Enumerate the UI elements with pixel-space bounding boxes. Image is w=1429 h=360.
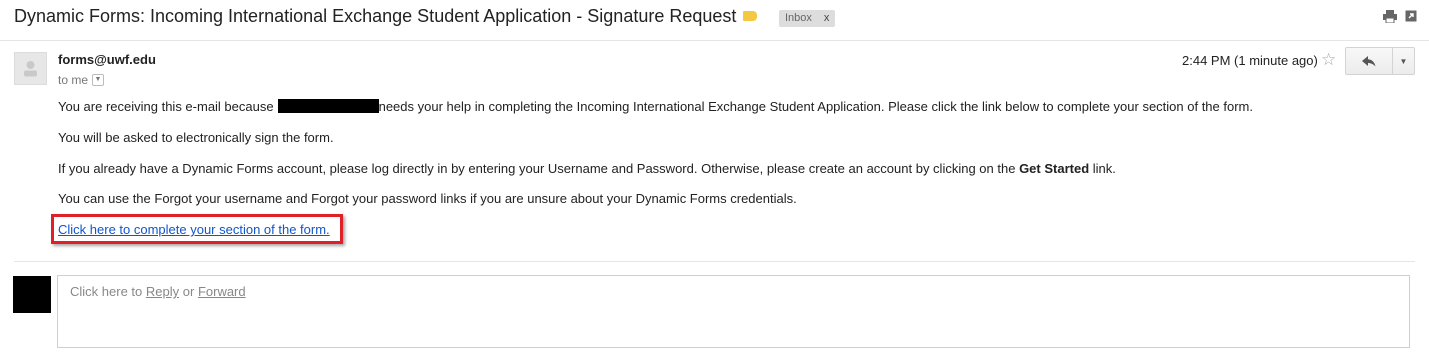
redacted-name (277, 99, 379, 113)
email-subject: Dynamic Forms: Incoming International Ex… (14, 6, 737, 26)
reply-button[interactable] (1345, 47, 1393, 75)
more-options-button[interactable]: ▼ (1393, 47, 1415, 75)
body-paragraph-1: You are receiving this e-mail because nee… (58, 99, 1253, 114)
divider (0, 40, 1429, 41)
reply-button-group: ▼ (1345, 47, 1415, 75)
body-text: You are receiving this e-mail because (58, 99, 274, 114)
label-tag-icon[interactable] (743, 11, 757, 21)
body-text: If you already have a Dynamic Forms acco… (58, 161, 1016, 176)
sender-address[interactable]: forms@uwf.edu (58, 52, 156, 67)
body-text: link. (1092, 161, 1116, 176)
reply-or-text: or (182, 284, 195, 299)
remove-label-button[interactable]: x (824, 12, 830, 24)
complete-form-link[interactable]: Click here to complete your section of t… (58, 222, 330, 237)
body-paragraph-3: If you already have a Dynamic Forms acco… (58, 161, 1116, 176)
user-avatar (13, 276, 51, 313)
quick-reply-box[interactable] (57, 275, 1410, 348)
body-paragraph-2: You will be asked to electronically sign… (58, 130, 334, 145)
reply-prompt-text: Click here to (70, 284, 143, 299)
divider (14, 261, 1415, 262)
recipient-text: to me (58, 73, 89, 87)
recipient-line: to me ▼ (58, 73, 105, 87)
reply-icon (1362, 55, 1376, 66)
inbox-label-text: Inbox (785, 12, 812, 24)
chevron-down-icon: ▼ (1399, 56, 1408, 66)
top-actions (1383, 10, 1417, 23)
print-icon[interactable] (1383, 10, 1397, 23)
get-started-text: Get Started (1019, 161, 1090, 176)
star-icon[interactable]: ☆ (1321, 50, 1336, 70)
popout-icon[interactable] (1405, 10, 1417, 23)
show-details-icon[interactable]: ▼ (92, 74, 105, 86)
message-timestamp: 2:44 PM (1 minute ago) (1182, 53, 1318, 68)
body-text: needs your help in completing the Incomi… (378, 99, 1253, 114)
forward-link[interactable]: Forward (198, 284, 246, 299)
body-paragraph-4: You can use the Forgot your username and… (58, 191, 797, 206)
quick-reply-prompt: Click here to Reply or Forward (70, 284, 246, 299)
sender-avatar (14, 52, 47, 85)
inbox-label-chip[interactable]: Inbox x (779, 10, 836, 27)
reply-link[interactable]: Reply (146, 284, 179, 299)
